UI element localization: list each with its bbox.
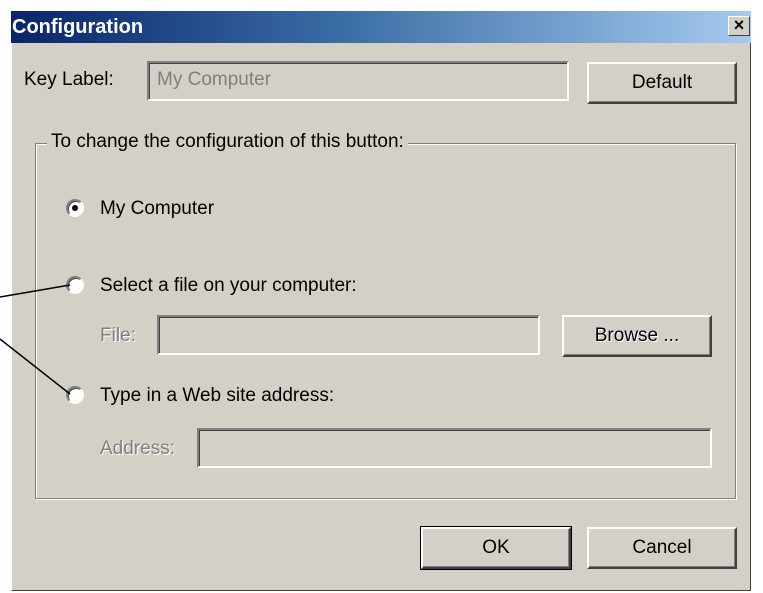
callout-lines	[0, 284, 71, 395]
callout-line-file	[0, 284, 71, 298]
callout-line-address	[0, 338, 71, 395]
